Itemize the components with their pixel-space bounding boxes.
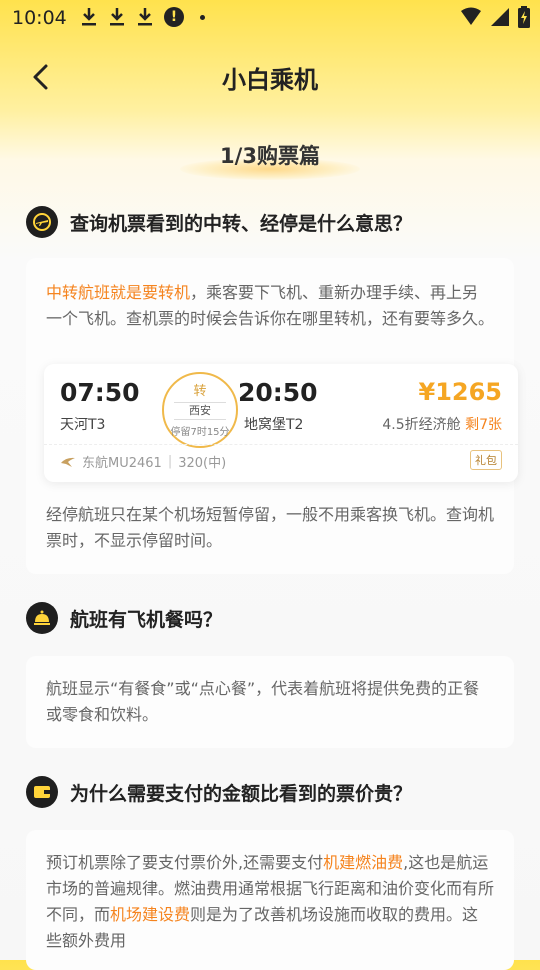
page-title: 小白乘机: [222, 66, 318, 94]
download-icon: [136, 6, 154, 28]
fare-class: 4.5折经济舱: [382, 417, 461, 433]
answer-paragraph: 中转航班就是要转机，乘客要下飞机、重新办理手续、再上另一个飞机。查机票的时候会告…: [26, 258, 514, 332]
depart-airport: 天河T3: [60, 417, 106, 433]
depart-time: 07:50: [60, 378, 140, 407]
dot-icon: [200, 14, 205, 20]
meal-cloche-icon: [26, 602, 58, 634]
highlight-text: 中转航班就是要转机: [46, 283, 191, 302]
download-icon: [108, 6, 126, 28]
seats-remaining: 剩7张: [465, 417, 502, 433]
battery-charging-icon: [518, 6, 530, 28]
arrive-airport: 地窝堡T2: [244, 417, 304, 433]
answer-card-meal: 航班显示“有餐食”或“点心餐”，代表着航班将提供免费的正餐或零食和饮料。: [26, 656, 514, 748]
flight-example-card: 07:50 天河T3 转 西安 停留7时15分 20:50 地窝堡T2 ¥126…: [44, 364, 518, 482]
answer-card-price: 预订机票除了要支付票价外,还需要支付机建燃油费,这也是航运市场的普遍规律。燃油费…: [26, 830, 514, 970]
transfer-badge: 转 西安 停留7时15分: [162, 372, 238, 448]
divider: [44, 444, 518, 445]
answer-paragraph: 航班显示“有餐食”或“点心餐”，代表着航班将提供免费的正餐或零食和饮料。: [46, 679, 480, 724]
transfer-stay: 停留7时15分: [170, 427, 230, 438]
signal-icon: [491, 8, 509, 26]
question-title: 为什么需要支付的金额比看到的票价贵？: [70, 782, 413, 805]
alert-icon: !: [164, 7, 184, 27]
arrive-time: 20:50: [238, 378, 318, 407]
airline-flight-number: 东航MU2461: [82, 456, 162, 471]
download-icon: [80, 6, 98, 28]
fare-info: 4.5折经济舱 剩7张: [382, 414, 502, 434]
status-bar: 10:04 !: [0, 0, 540, 36]
question-price: 为什么需要支付的金额比看到的票价贵？: [26, 776, 412, 808]
transfer-city: 西安: [174, 402, 226, 420]
section-title: 1/3购票篇: [220, 144, 320, 168]
question-title: 查询机票看到的中转、经停是什么意思？: [70, 212, 413, 235]
question-meal: 航班有飞机餐吗？: [26, 602, 222, 634]
answer-card-transfer: 中转航班就是要转机，乘客要下飞机、重新办理手续、再上另一个飞机。查机票的时候会告…: [26, 258, 518, 574]
answer-paragraph: 经停航班只在某个机场短暂停留，一般不用乘客换飞机。查询机票时，不显示停留时间。: [46, 505, 495, 550]
airplane-badge-icon: [26, 206, 58, 238]
transfer-label: 转: [193, 384, 207, 399]
nav-bar: 小白乘机: [0, 50, 540, 102]
paragraph-text: 预订机票除了要支付票价外,还需要支付: [46, 853, 324, 872]
question-transfer: 查询机票看到的中转、经停是什么意思？: [26, 206, 412, 238]
wifi-icon: [461, 7, 481, 25]
question-title: 航班有飞机餐吗？: [70, 608, 223, 631]
gift-badge: 礼包: [470, 450, 502, 470]
aircraft-type: 320(中): [178, 456, 227, 471]
highlight-text: 机建燃油费: [323, 853, 404, 872]
answer-paragraph: 预订机票除了要支付票价外,还需要支付机建燃油费,这也是航运市场的普遍规律。燃油费…: [26, 830, 514, 954]
airline-logo-icon: [61, 457, 75, 467]
wallet-icon: [26, 776, 58, 808]
notification-icons: !: [80, 6, 205, 28]
separator: |: [167, 454, 173, 469]
system-icons: [460, 6, 530, 28]
airline-info: 东航MU2461 | 320(中): [60, 452, 226, 471]
ticket-price: ¥1265: [418, 378, 503, 406]
highlight-text: 机场建设费: [110, 905, 191, 924]
status-time: 10:04: [12, 7, 67, 29]
